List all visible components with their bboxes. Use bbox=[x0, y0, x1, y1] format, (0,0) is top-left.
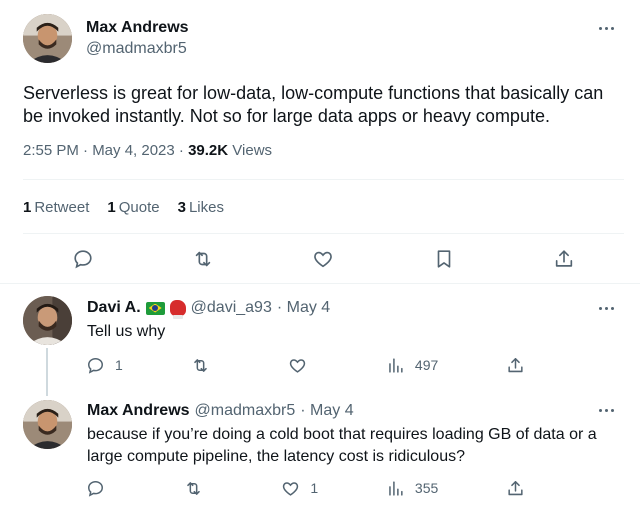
likes-label: Likes bbox=[188, 199, 224, 216]
retweets-label: Retweet bbox=[34, 199, 90, 216]
views-button[interactable]: 497 bbox=[386, 356, 438, 375]
reply-header: Max Andrews @madmaxbr5 · May 4 bbox=[87, 402, 354, 420]
reply-action-bar: 1 497 bbox=[86, 354, 536, 376]
reply-button[interactable] bbox=[72, 248, 94, 270]
share-icon bbox=[508, 480, 523, 495]
reply-avatar[interactable] bbox=[23, 296, 72, 345]
like-count: 1 bbox=[310, 480, 319, 496]
bookmark-icon bbox=[437, 250, 450, 268]
views-count: 39.2K bbox=[188, 142, 229, 159]
like-button[interactable] bbox=[288, 356, 318, 375]
reply-icon bbox=[88, 357, 103, 374]
thread-line bbox=[46, 348, 48, 396]
tweet-action-bar bbox=[23, 246, 624, 272]
view-count: 355 bbox=[414, 480, 439, 496]
reply-text: Tell us why bbox=[87, 323, 166, 340]
bookmark-button[interactable] bbox=[433, 248, 455, 270]
reply-button[interactable]: 1 bbox=[86, 356, 123, 375]
retweet-icon bbox=[186, 481, 200, 495]
reply-icon bbox=[74, 250, 92, 269]
tweet-time[interactable]: 2:55 PM · May 4, 2023 · bbox=[23, 142, 188, 159]
likes-count: 3 bbox=[177, 199, 186, 216]
like-icon bbox=[283, 481, 299, 496]
author-handle[interactable]: @madmaxbr5 bbox=[86, 40, 187, 58]
share-icon bbox=[508, 357, 523, 372]
reply-count: 1 bbox=[115, 357, 123, 373]
quotes-count: 1 bbox=[107, 199, 116, 216]
reply-author-handle[interactable]: @davi_a93 bbox=[191, 299, 272, 317]
boxing-glove-icon bbox=[169, 300, 186, 319]
share-icon bbox=[555, 250, 573, 267]
divider bbox=[23, 179, 624, 180]
retweet-icon bbox=[196, 251, 211, 267]
view-count: 497 bbox=[414, 357, 439, 373]
views-button[interactable]: 355 bbox=[386, 479, 438, 498]
reply-date[interactable]: · May 4 bbox=[300, 402, 353, 420]
like-button[interactable] bbox=[312, 248, 334, 270]
reply-header: Davi A. @davi_a93 · May 4 bbox=[87, 299, 330, 319]
brazil-flag-icon bbox=[145, 301, 165, 315]
views-label: Views bbox=[232, 142, 273, 159]
retweet-icon bbox=[193, 358, 207, 372]
author-name[interactable]: Max Andrews bbox=[86, 19, 189, 37]
views-icon bbox=[389, 480, 403, 496]
divider bbox=[23, 233, 624, 234]
reply-button[interactable] bbox=[86, 479, 116, 498]
retweet-button[interactable] bbox=[192, 248, 214, 270]
tweet-text: Serverless is great for low-data, low-co… bbox=[23, 83, 604, 126]
reply-action-bar: 1 355 bbox=[86, 477, 536, 499]
more-icon[interactable] bbox=[596, 23, 616, 33]
like-icon bbox=[290, 358, 306, 373]
reply-text: because if you’re doing a cold boot that… bbox=[87, 426, 597, 465]
tweet-stats: 1 Retweet 1 Quote 3 Likes bbox=[23, 199, 224, 216]
reply-author-handle[interactable]: @madmaxbr5 bbox=[195, 402, 296, 420]
more-icon[interactable] bbox=[596, 303, 616, 313]
views-icon bbox=[389, 357, 403, 373]
reply-author-name[interactable]: Max Andrews bbox=[87, 402, 190, 420]
divider bbox=[0, 283, 640, 284]
like-button[interactable]: 1 bbox=[281, 479, 318, 498]
reply-date[interactable]: · May 4 bbox=[277, 299, 330, 317]
more-icon[interactable] bbox=[596, 405, 616, 415]
retweet-button[interactable] bbox=[184, 479, 214, 498]
likes-stat[interactable]: 3 Likes bbox=[178, 199, 224, 216]
share-button[interactable] bbox=[506, 356, 536, 375]
share-button[interactable] bbox=[506, 479, 536, 498]
retweets-stat[interactable]: 1 Retweet bbox=[23, 199, 89, 216]
share-button[interactable] bbox=[553, 248, 575, 270]
quotes-label: Quote bbox=[118, 199, 160, 216]
reply-icon bbox=[88, 480, 103, 497]
like-icon bbox=[314, 251, 333, 268]
retweets-count: 1 bbox=[23, 199, 32, 216]
quotes-stat[interactable]: 1 Quote bbox=[107, 199, 159, 216]
author-avatar[interactable] bbox=[23, 14, 72, 63]
tweet-meta: 2:55 PM · May 4, 2023 · 39.2K Views bbox=[23, 142, 272, 159]
reply-avatar[interactable] bbox=[23, 400, 72, 449]
reply-author-name[interactable]: Davi A. bbox=[87, 299, 141, 317]
retweet-button[interactable] bbox=[191, 356, 221, 375]
